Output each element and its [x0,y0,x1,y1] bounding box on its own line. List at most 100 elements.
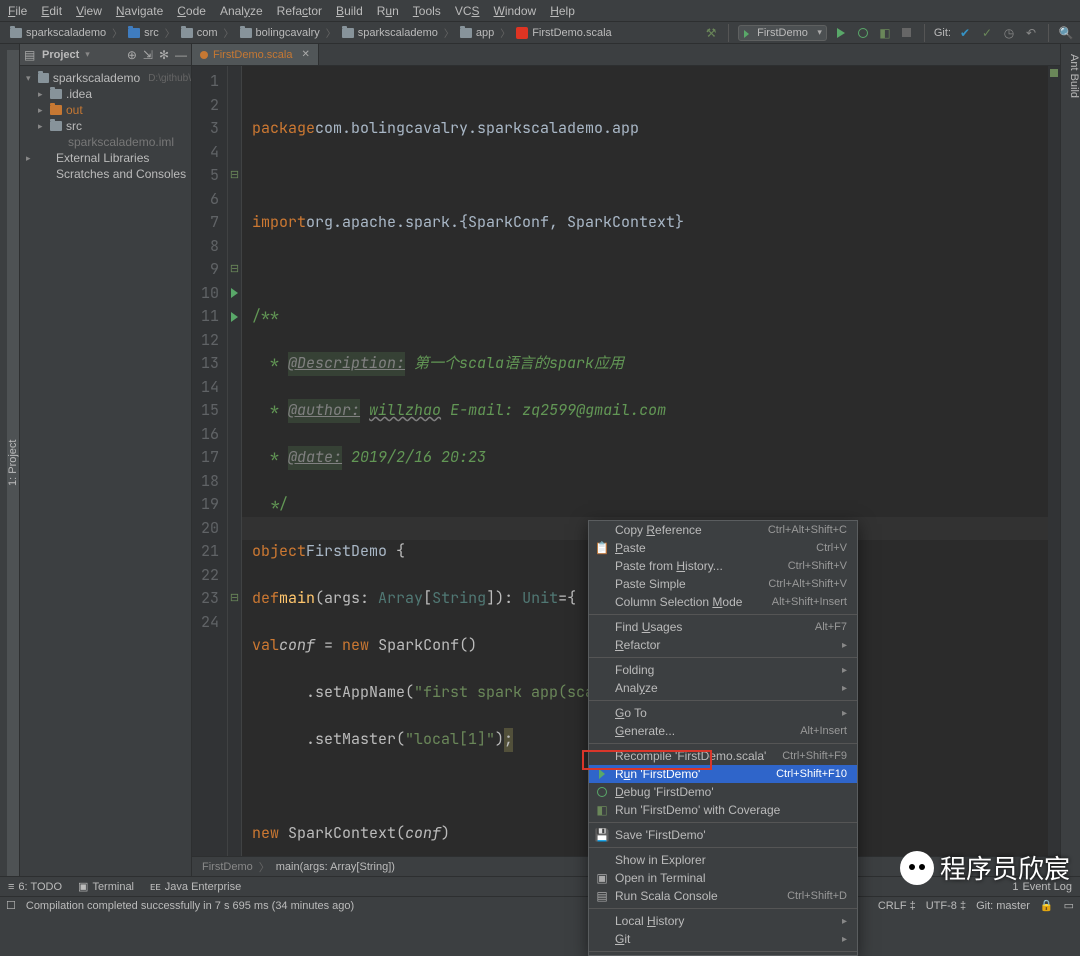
search-icon[interactable]: 🔍 [1058,25,1074,41]
save-icon: 💾 [595,828,609,842]
tree-item[interactable]: ▸out [20,102,191,118]
tree-item[interactable]: ▾sparkscalademoD:\github\ [20,70,191,86]
menu-view[interactable]: View [76,4,102,18]
run-icon[interactable] [833,25,849,41]
vcs-revert-icon[interactable]: ↶ [1023,25,1039,41]
tree-item[interactable]: sparkscalademo.iml [20,134,191,150]
context-menu-item[interactable]: Paste SimpleCtrl+Alt+Shift+V [589,575,857,593]
vcs-update-icon[interactable]: ✔ [957,25,973,41]
line-number-gutter: 123456789101112131415161718192021222324 [192,66,228,856]
terminal-tool[interactable]: ▣ Terminal [78,880,134,893]
folder-icon [240,28,252,38]
menu-edit[interactable]: Edit [41,4,62,18]
context-menu-item[interactable]: Go To▸ [589,704,857,722]
tool-tab[interactable]: 1: Project [7,50,19,876]
context-menu-item[interactable]: Paste from History...Ctrl+Shift+V [589,557,857,575]
folder-icon [38,151,52,165]
menu-code[interactable]: Code [177,4,206,18]
menu-tools[interactable]: Tools [413,4,441,18]
error-stripe [1048,66,1060,856]
folder-icon [181,28,193,38]
close-icon[interactable]: ✕ [301,49,309,60]
context-menu-item[interactable]: 💾Save 'FirstDemo' [589,826,857,844]
git-label: Git: [934,27,951,39]
nav-crumb[interactable]: bolingcavalry [236,27,324,39]
folder-icon [50,105,62,115]
context-menu-item[interactable]: Show in Explorer [589,851,857,869]
context-menu-item[interactable]: Analyze▸ [589,679,857,697]
editor-tab-bar: FirstDemo.scala ✕ [192,44,1060,66]
nav-crumb[interactable]: app [456,27,498,39]
nav-crumb[interactable]: com [177,27,222,39]
hide-icon[interactable]: — [175,48,187,62]
debug-icon [595,785,609,799]
menu-navigate[interactable]: Navigate [116,4,163,18]
vcs-commit-icon[interactable]: ✓ [979,25,995,41]
tree-item[interactable]: ▸External Libraries [20,150,191,166]
status-icon: ☐ [6,899,16,912]
todo-tool[interactable]: ≡ 6: TODO [8,881,62,893]
tree-item[interactable]: Scratches and Consoles [20,166,191,182]
scala-icon [516,27,528,39]
status-bar: ☐ Compilation completed successfully in … [0,896,1080,914]
context-menu-item[interactable]: Local History▸ [589,912,857,930]
menu-help[interactable]: Help [550,4,575,18]
context-menu-item[interactable]: Column Selection ModeAlt+Shift+Insert [589,593,857,611]
encoding[interactable]: UTF-8 ‡ [926,900,966,912]
line-ending[interactable]: CRLF ‡ [878,900,916,912]
context-menu-item[interactable]: Debug 'FirstDemo' [589,783,857,801]
folder-icon [342,28,354,38]
git-branch[interactable]: Git: master [976,900,1030,912]
watermark: 程序员欣宸 [900,849,1070,886]
folder-icon [38,73,49,83]
coverage-icon[interactable]: ◧ [877,25,893,41]
menu-file[interactable]: File [8,4,27,18]
menu-refactor[interactable]: Refactor [277,4,322,18]
context-menu-item[interactable]: ▣Open in Terminal [589,869,857,887]
collapse-all-icon[interactable]: ⇲ [143,48,153,62]
menu-window[interactable]: Window [494,4,537,18]
context-menu-item[interactable]: Copy ReferenceCtrl+Alt+Shift+C [589,521,857,539]
context-menu-item[interactable]: Refactor▸ [589,636,857,654]
folder-icon [50,89,62,99]
context-menu-item[interactable]: Git▸ [589,930,857,948]
gear-icon[interactable]: ✻ [159,48,169,62]
editor-tab[interactable]: FirstDemo.scala ✕ [192,44,319,65]
nav-crumb[interactable]: sparkscalademo [338,27,442,39]
tree-item[interactable]: ▸.idea [20,86,191,102]
tree-item[interactable]: ▸src [20,118,191,134]
menu-build[interactable]: Build [336,4,363,18]
project-view-icon: ▤ [24,48,36,62]
context-menu-item[interactable]: 📋PasteCtrl+V [589,539,857,557]
nav-crumb[interactable]: src [124,27,163,39]
context-menu-item[interactable]: Folding▸ [589,661,857,679]
tool-tab[interactable]: Ant Build [1068,50,1080,876]
run-configuration-selector[interactable]: FirstDemo [738,25,827,41]
menu-vcs[interactable]: VCS [455,4,480,18]
folder-icon [38,167,52,181]
lock-icon[interactable]: 🔒 [1040,899,1054,912]
context-menu-item[interactable]: ◧Run 'FirstDemo' with Coverage [589,801,857,819]
left-tool-stripe: 1: Project2: Structure2: Favorites [0,44,20,876]
hammer-icon[interactable]: ⚒ [703,25,719,41]
menu-run[interactable]: Run [377,4,399,18]
debug-icon[interactable] [855,25,871,41]
nav-crumb[interactable]: FirstDemo.scala [512,27,615,39]
nav-crumb[interactable]: sparkscalademo [6,27,110,39]
wechat-avatar-icon [900,851,934,885]
right-tool-stripe: Ant BuildMaven ProjectsDatabaseBean Vali… [1060,44,1080,876]
vcs-history-icon[interactable]: ◷ [1001,25,1017,41]
project-tool-window: ▤ Project ▾ ⊕ ⇲ ✻ — ▾sparkscalademoD:\gi… [20,44,192,876]
java-ee-tool[interactable]: ᴇᴇ Java Enterprise [150,881,241,893]
stop-icon[interactable] [899,25,915,41]
context-menu-item[interactable]: ▤Run Scala ConsoleCtrl+Shift+D [589,887,857,905]
context-menu-item[interactable]: Run 'FirstDemo'Ctrl+Shift+F10 [589,765,857,783]
memory-icon[interactable]: ▭ [1064,899,1074,912]
menu-analyze[interactable]: Analyze [220,4,263,18]
context-menu-item[interactable]: Find UsagesAlt+F7 [589,618,857,636]
context-menu-item[interactable]: Recompile 'FirstDemo.scala'Ctrl+Shift+F9 [589,747,857,765]
scroll-from-source-icon[interactable]: ⊕ [127,48,137,62]
context-menu-item[interactable]: Generate...Alt+Insert [589,722,857,740]
modified-icon [200,51,208,59]
folder-icon [50,135,64,149]
